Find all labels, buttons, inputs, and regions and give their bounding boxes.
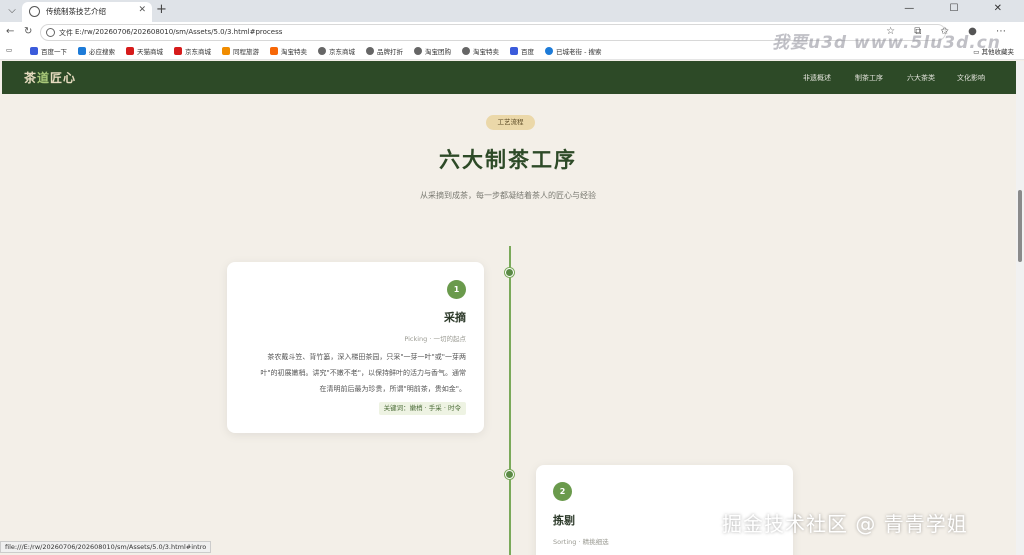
step-card-picking: 1 采摘 Picking · 一切的起点 茶农戴斗笠、背竹篓，深入梯田茶园，只采… [227,262,484,433]
step-keywords: 关键词：嫩梢 · 手采 · 时令 [378,402,466,415]
step-title: 拣剔 [553,514,575,527]
timeline-dot [505,268,514,277]
page-scrollbar[interactable] [1016,61,1024,555]
bookmark-item[interactable]: 百度一下 [30,46,67,56]
scrollbar-thumb[interactable] [1018,190,1022,262]
refresh-icon[interactable]: ↻ [24,26,32,37]
bookmark-item[interactable]: 淘宝团购 [414,46,451,56]
step-description: 茶农戴斗笠、背竹篓，深入梯田茶园，只采"一芽一叶"或"一芽两 叶"的初展嫩梢。讲… [260,353,466,393]
window-controls[interactable]: — ☐ ✕ [904,3,1018,14]
step-subtitle: Picking · 一切的起点 [404,335,466,343]
url-scheme-label: 文件 [59,29,73,37]
timeline-line [509,246,511,555]
step-title: 采摘 [444,311,466,324]
section-title: 六大制茶工序 [439,148,577,172]
section-subtitle: 从采摘到成茶，每一步都凝结着茶人的匠心与经验 [420,191,596,200]
step-number-badge: 2 [553,482,572,501]
globe-icon [462,47,470,55]
bookmark-item[interactable]: 必应搜索 [78,46,115,56]
section-tag: 工艺流程 [486,115,535,130]
nav-link-overview[interactable]: 非遗概述 [803,73,831,83]
bookmark-icon [222,47,230,55]
bookmark-icon [30,47,38,55]
nav-link-culture[interactable]: 文化影响 [957,73,985,83]
back-icon[interactable]: ← [6,26,14,37]
info-icon[interactable] [46,28,55,37]
bookmark-item[interactable]: 已城老街 - 搜索 [545,46,601,56]
globe-icon [29,6,40,17]
site-navbar: 茶道匠心 非遗概述 制茶工序 六大茶类 文化影响 [2,61,1018,94]
browser-tab[interactable]: 传统制茶技艺介绍 ✕ [22,2,152,22]
bookmark-icon [510,47,518,55]
browser-tab-bar: ⌵ 传统制茶技艺介绍 ✕ + — ☐ ✕ [0,0,1024,22]
bookmark-item[interactable]: 品牌打折 [366,46,403,56]
site-logo[interactable]: 茶道匠心 [24,69,76,86]
bookmark-item[interactable]: 淘宝特卖 [270,46,307,56]
watermark-top: 我要u3d www.5lu3d.cn [772,33,1001,53]
bookmark-item[interactable]: 同程旅游 [222,46,259,56]
tab-list-icon[interactable]: ⌵ [4,3,20,19]
status-bar-url: file:///E:/rw/20260706/202608010/sm/Asse… [0,541,212,553]
new-tab-icon[interactable]: + [156,2,167,17]
step-number-badge: 1 [447,280,466,299]
bookmark-item[interactable]: 京东商城 [318,46,355,56]
url-text[interactable]: E:/rw/20260706/202608010/sm/Assets/5.0/3… [75,28,282,36]
timeline-dot [505,470,514,479]
globe-icon [318,47,326,55]
bookmark-icon [174,47,182,55]
bookmark-icon [78,47,86,55]
bookmark-icon [126,47,134,55]
bookmark-item[interactable]: 淘宝特卖 [462,46,499,56]
nav-link-tea-types[interactable]: 六大茶类 [907,73,935,83]
close-tab-icon[interactable]: ✕ [138,5,146,15]
nav-link-process[interactable]: 制茶工序 [855,73,883,83]
bookmark-icon [270,47,278,55]
watermark-bottom: 掘金技术社区 @ 青青学姐 [722,512,968,536]
bookmark-menu-icon[interactable]: ▭ [6,46,12,54]
bookmark-item[interactable]: 京东商城 [174,46,211,56]
step-subtitle: Sorting · 精挑细选 [553,538,609,546]
bookmark-item[interactable]: 天猫商城 [126,46,163,56]
search-icon [545,47,553,55]
process-section: 工艺流程 六大制茶工序 从采摘到成茶，每一步都凝结着茶人的匠心与经验 1 采摘 … [0,94,1016,555]
tab-title: 传统制茶技艺介绍 [46,7,106,16]
globe-icon [414,47,422,55]
globe-icon [366,47,374,55]
bookmark-item[interactable]: 百度 [510,46,534,56]
